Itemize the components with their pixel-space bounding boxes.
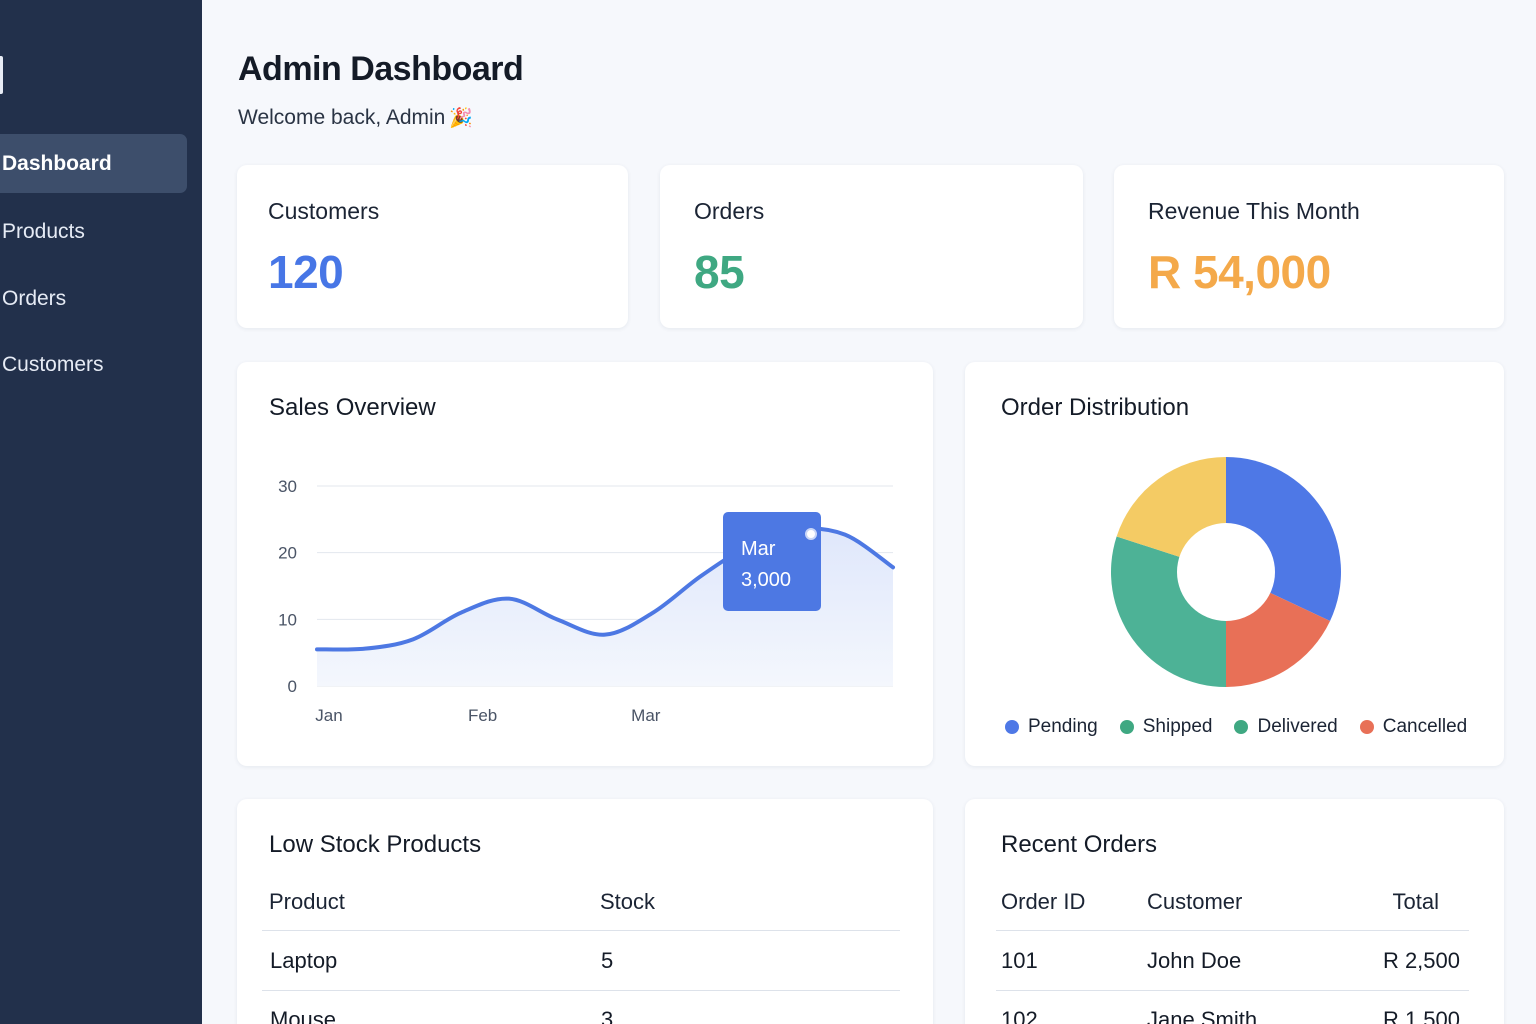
legend-dot — [1005, 720, 1019, 734]
divider — [996, 930, 1469, 931]
legend-label: Cancelled — [1382, 716, 1468, 737]
sales-line-chart: 0 10 20 30 Jan Feb Mar Mar 3,000 — [278, 477, 895, 725]
welcome-message: Welcome back, Admin 🎉 — [238, 106, 473, 130]
legend-item-shipped: Shipped — [1119, 716, 1213, 738]
column-header-product: Product — [269, 889, 345, 914]
sidebar-item-label: Customers — [2, 352, 104, 376]
stat-card-orders: Orders 85 — [660, 165, 1083, 328]
chart-tooltip: Mar 3,000 — [723, 512, 821, 611]
stat-card-revenue: Revenue This Month R 54,000 — [1114, 165, 1504, 328]
y-tick-label: 30 — [278, 477, 297, 496]
cell-total: R 2,500 — [1382, 948, 1460, 973]
sidebar-item-customers[interactable]: Customers — [0, 335, 187, 394]
cell-order-id: 101 — [1001, 948, 1038, 973]
card-title: Low Stock Products — [269, 831, 482, 858]
sales-overview-card: Sales Overview 0 10 20 30 Jan Feb Mar Mar 3,000 — [237, 362, 933, 766]
cell-stock: 5 — [601, 948, 614, 973]
stat-label: Orders — [694, 198, 765, 224]
donut-hole — [1177, 523, 1275, 621]
legend-label: Delivered — [1257, 716, 1338, 737]
y-tick-label: 20 — [278, 544, 297, 563]
party-popper-icon: 🎉 — [449, 108, 474, 129]
logo-icon — [0, 56, 3, 94]
sidebar-item-orders[interactable]: Orders — [0, 269, 187, 328]
legend-item-delivered: Delivered — [1234, 716, 1338, 738]
welcome-text: Welcome back, Admin — [238, 106, 446, 129]
sidebar-item-label: Dashboard — [2, 151, 112, 175]
divider — [262, 930, 900, 931]
column-header-customer: Customer — [1147, 889, 1243, 914]
stat-value: 120 — [268, 246, 344, 298]
cell-customer: Jane Smith — [1147, 1007, 1258, 1024]
sidebar-item-label: Products — [2, 219, 85, 243]
tooltip-label: Mar — [741, 538, 776, 560]
tooltip-box — [723, 512, 821, 611]
stat-card-customers: Customers 120 — [237, 165, 628, 328]
divider — [262, 990, 900, 991]
legend-dot — [1234, 720, 1249, 734]
page-title: Admin Dashboard — [238, 50, 524, 88]
legend-item-pending: Pending — [1005, 716, 1098, 738]
stat-value: 85 — [694, 246, 745, 298]
x-tick-label: Mar — [631, 706, 661, 725]
sidebar-item-products[interactable]: Products — [0, 202, 187, 261]
recent-orders-card: Recent Orders Order ID Customer Total 10… — [965, 799, 1504, 1024]
stat-value: R 54,000 — [1148, 246, 1331, 298]
order-donut-chart — [1111, 457, 1341, 687]
cell-order-id: 102 — [1001, 1007, 1038, 1024]
stat-label: Revenue This Month — [1148, 198, 1360, 224]
x-tick-label: Jan — [315, 706, 342, 725]
sidebar-item-dashboard[interactable]: Dashboard — [0, 134, 187, 193]
column-header-stock: Stock — [600, 889, 656, 914]
sidebar-item-label: Orders — [2, 286, 67, 310]
legend-dot — [1359, 720, 1374, 734]
legend-item-cancelled: Cancelled — [1359, 716, 1468, 738]
chart-legend: Pending Shipped Delivered Cancelled — [1005, 716, 1467, 738]
legend-label: Pending — [1028, 716, 1098, 737]
sidebar: Dashboard Products Orders Customers — [0, 0, 202, 1024]
y-tick-label: 10 — [278, 610, 297, 629]
divider — [996, 990, 1469, 991]
cell-total: R 1,500 — [1382, 1007, 1460, 1024]
legend-label: Shipped — [1142, 716, 1213, 737]
order-distribution-card: Order Distribution Pending Shipped Deliv… — [965, 362, 1504, 766]
column-header-order-id: Order ID — [1001, 889, 1086, 914]
low-stock-card: Low Stock Products Product Stock Laptop … — [237, 799, 933, 1024]
cell-product: Mouse — [270, 1007, 337, 1024]
card-title: Recent Orders — [1001, 831, 1158, 858]
cell-stock: 3 — [601, 1007, 614, 1024]
cell-product: Laptop — [270, 948, 338, 973]
y-tick-label: 0 — [288, 677, 297, 696]
x-tick-label: Feb — [468, 706, 497, 725]
tooltip-value: 3,000 — [741, 569, 791, 591]
column-header-total: Total — [1392, 889, 1439, 914]
cell-customer: John Doe — [1147, 948, 1242, 973]
hover-point — [805, 528, 817, 540]
legend-dot — [1119, 720, 1134, 734]
stat-label: Customers — [268, 198, 380, 224]
